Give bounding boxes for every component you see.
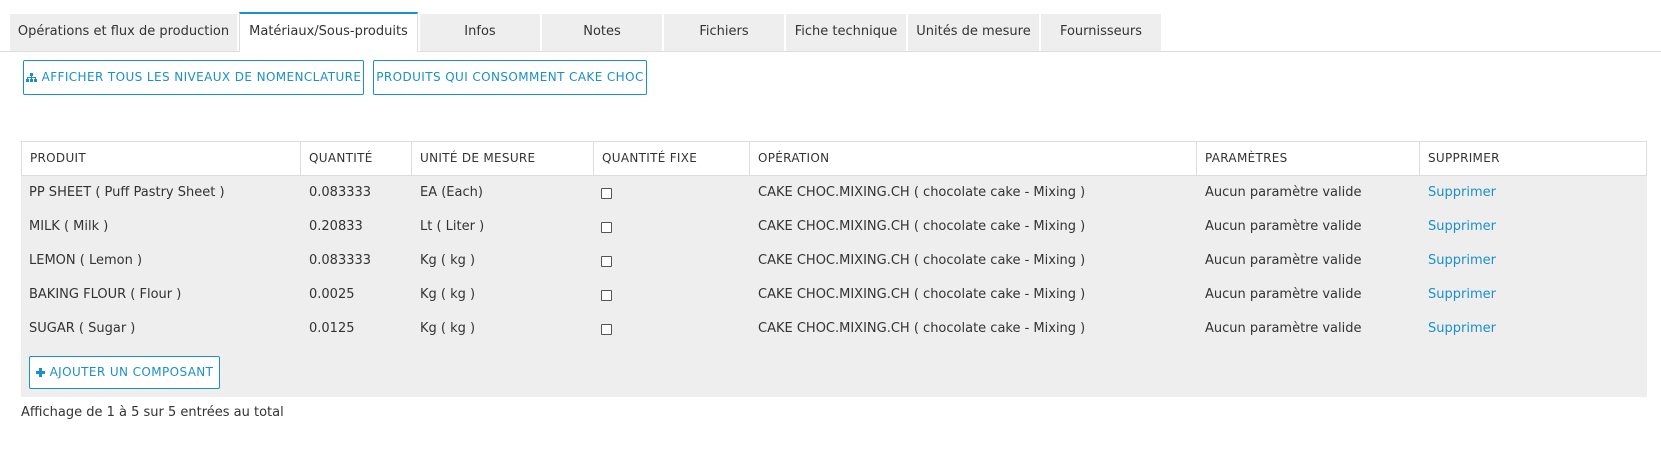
add-component-label: AJOUTER UN COMPOSANT — [49, 365, 214, 379]
cell-parametres: Aucun paramètre valide — [1205, 287, 1362, 302]
cell-parametres: Aucun paramètre valide — [1205, 219, 1362, 234]
cell-operation: CAKE CHOC.MIXING.CH ( chocolate cake - M… — [758, 321, 1086, 336]
delete-link[interactable]: Supprimer — [1420, 278, 1647, 312]
cell-parametres: Aucun paramètre valide — [1205, 185, 1362, 200]
delete-link[interactable]: Supprimer — [1420, 176, 1647, 210]
cell-produit: PP SHEET ( Puff Pastry Sheet ) — [29, 185, 225, 200]
cell-produit: LEMON ( Lemon ) — [29, 253, 143, 268]
cell-quantite: 0.083333 — [309, 185, 372, 200]
header-quantite[interactable]: QUANTITÉ — [301, 142, 412, 175]
cell-operation: CAKE CHOC.MIXING.CH ( chocolate cake - M… — [758, 219, 1086, 234]
show-bom-levels-button[interactable]: AFFICHER TOUS LES NIVEAUX DE NOMENCLATUR… — [23, 60, 364, 95]
cell-operation: CAKE CHOC.MIXING.CH ( chocolate cake - M… — [758, 253, 1086, 268]
fixed-quantity-checkbox[interactable] — [601, 222, 612, 233]
materials-table: PRODUIT QUANTITÉ UNITÉ DE MESURE QUANTIT… — [21, 141, 1647, 397]
cell-unite: Kg ( kg ) — [420, 253, 476, 268]
header-parametres[interactable]: PARAMÈTRES — [1197, 142, 1420, 175]
fixed-quantity-checkbox[interactable] — [601, 188, 612, 199]
cell-produit: BAKING FLOUR ( Flour ) — [29, 287, 182, 302]
cell-quantite: 0.0125 — [309, 321, 355, 336]
fixed-quantity-checkbox[interactable] — [601, 290, 612, 301]
add-component-button[interactable]: AJOUTER UN COMPOSANT — [29, 356, 220, 389]
cell-unite: Kg ( kg ) — [420, 321, 476, 336]
table-row: MILK ( Milk ) 0.20833 Lt ( Liter ) CAKE … — [21, 210, 1647, 244]
consuming-products-button[interactable]: PRODUITS QUI CONSOMMENT CAKE CHOC — [373, 60, 647, 95]
header-produit[interactable]: PRODUIT — [21, 142, 301, 175]
tab-datasheet[interactable]: Fiche technique — [786, 14, 906, 51]
header-operation[interactable]: OPÉRATION — [750, 142, 1197, 175]
tab-notes[interactable]: Notes — [542, 14, 662, 51]
table-row: PP SHEET ( Puff Pastry Sheet ) 0.083333 … — [21, 176, 1647, 210]
cell-parametres: Aucun paramètre valide — [1205, 321, 1362, 336]
cell-produit: SUGAR ( Sugar ) — [29, 321, 136, 336]
fixed-quantity-checkbox[interactable] — [601, 324, 612, 335]
cell-unite: Kg ( kg ) — [420, 287, 476, 302]
tab-units[interactable]: Unités de mesure — [908, 14, 1039, 51]
tab-operations[interactable]: Opérations et flux de production — [10, 14, 237, 51]
plus-icon — [35, 368, 45, 377]
cell-unite: EA (Each) — [420, 185, 483, 200]
cell-quantite: 0.083333 — [309, 253, 372, 268]
tab-materials[interactable]: Matériaux/Sous-produits — [239, 12, 418, 52]
fixed-quantity-checkbox[interactable] — [601, 256, 612, 267]
cell-produit: MILK ( Milk ) — [29, 219, 109, 234]
table-header: PRODUIT QUANTITÉ UNITÉ DE MESURE QUANTIT… — [21, 142, 1647, 176]
consuming-products-label: PRODUITS QUI CONSOMMENT CAKE CHOC — [376, 70, 644, 84]
tab-files[interactable]: Fichiers — [664, 14, 784, 51]
sitemap-icon — [25, 72, 37, 83]
cell-parametres: Aucun paramètre valide — [1205, 253, 1362, 268]
tab-bar: Opérations et flux de production Matéria… — [0, 12, 1661, 52]
show-bom-levels-label: AFFICHER TOUS LES NIVEAUX DE NOMENCLATUR… — [41, 70, 362, 84]
table-row: LEMON ( Lemon ) 0.083333 Kg ( kg ) CAKE … — [21, 244, 1647, 278]
tab-suppliers[interactable]: Fournisseurs — [1041, 14, 1161, 51]
cell-unite: Lt ( Liter ) — [420, 219, 485, 234]
delete-link[interactable]: Supprimer — [1420, 210, 1647, 244]
table-row: SUGAR ( Sugar ) 0.0125 Kg ( kg ) CAKE CH… — [21, 312, 1647, 346]
delete-link[interactable]: Supprimer — [1420, 244, 1647, 278]
header-quantite-fixe[interactable]: QUANTITÉ FIXE — [594, 142, 750, 175]
header-unite[interactable]: UNITÉ DE MESURE — [412, 142, 594, 175]
cell-quantite: 0.0025 — [309, 287, 355, 302]
cell-operation: CAKE CHOC.MIXING.CH ( chocolate cake - M… — [758, 185, 1086, 200]
cell-operation: CAKE CHOC.MIXING.CH ( chocolate cake - M… — [758, 287, 1086, 302]
delete-link[interactable]: Supprimer — [1420, 312, 1647, 346]
pagination-summary: Affichage de 1 à 5 sur 5 entrées au tota… — [21, 405, 284, 420]
tab-infos[interactable]: Infos — [420, 14, 540, 51]
header-supprimer: SUPPRIMER — [1420, 142, 1647, 175]
table-row: BAKING FLOUR ( Flour ) 0.0025 Kg ( kg ) … — [21, 278, 1647, 312]
cell-quantite: 0.20833 — [309, 219, 363, 234]
